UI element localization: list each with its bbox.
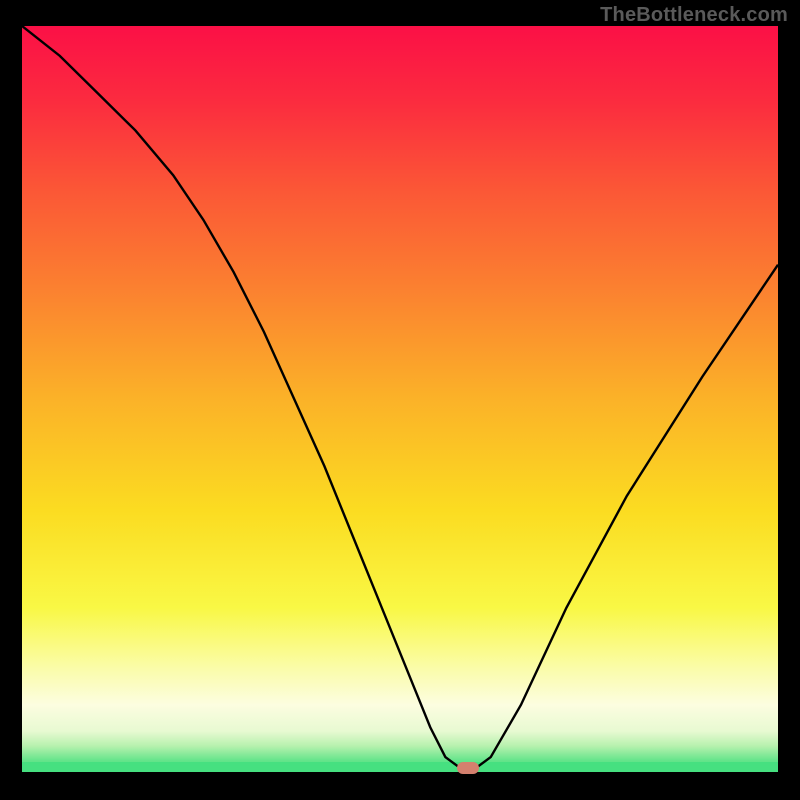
bottleneck-curve — [22, 26, 778, 772]
chart-stage: TheBottleneck.com — [0, 0, 800, 800]
optimal-marker — [457, 762, 479, 774]
plot-area — [22, 26, 778, 772]
curve-layer — [22, 26, 778, 772]
watermark-text: TheBottleneck.com — [600, 4, 788, 27]
